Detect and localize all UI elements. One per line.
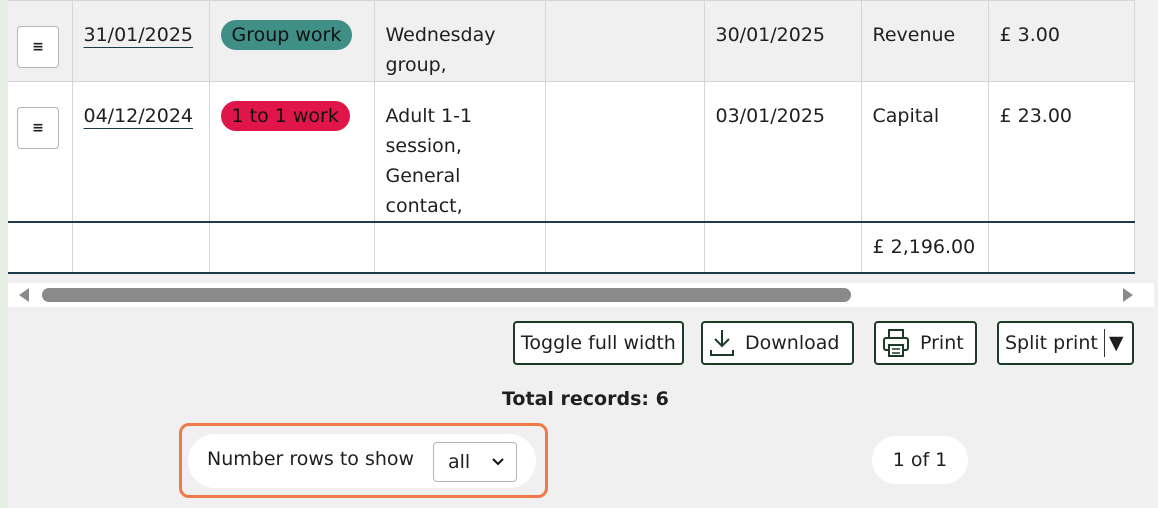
toggle-full-width-button[interactable]: Toggle full width [513, 321, 684, 365]
totals-cell [545, 221, 705, 274]
scroll-right-icon[interactable] [1123, 288, 1133, 302]
status-badge: 1 to 1 work [220, 101, 350, 131]
empty-cell [545, 0, 705, 82]
description-cell: Adult 1-1 session, General contact, [374, 81, 546, 222]
date-cell: 30/01/2025 [704, 0, 862, 82]
split-print-label: Split print [1005, 332, 1098, 354]
scrollbar-thumb[interactable] [42, 288, 851, 302]
amount-cell: £ 3.00 [988, 0, 1135, 82]
rows-to-show-highlight: Number rows to show all [179, 423, 548, 498]
type-cell: Revenue [861, 0, 989, 82]
empty-cell [545, 81, 705, 222]
type-cell: Capital [861, 81, 989, 222]
totals-row: £ 2,196.00 [8, 221, 1135, 274]
toggle-full-width-label: Toggle full width [521, 332, 676, 354]
status-badge: Group work [220, 20, 353, 50]
rows-to-show-value: all [448, 451, 471, 473]
results-table: ≡ 31/01/2025 Group work Wednesday group,… [8, 0, 1135, 274]
table-row[interactable]: ≡ 31/01/2025 Group work Wednesday group,… [8, 0, 1135, 82]
amount-cell: £ 23.00 [988, 81, 1135, 222]
row-date-link[interactable]: 04/12/2024 [84, 105, 194, 127]
page-indicator: 1 of 1 [872, 436, 968, 484]
download-button[interactable]: Download [701, 321, 854, 365]
download-icon [710, 330, 734, 356]
totals-cell [374, 221, 546, 274]
split-print-button[interactable]: Split print ▼ [997, 321, 1134, 365]
table-row[interactable]: ≡ 04/12/2024 1 to 1 work Adult 1-1 sessi… [8, 81, 1135, 222]
row-menu-button[interactable]: ≡ [17, 107, 59, 149]
chevron-down-icon[interactable]: ▼ [1109, 323, 1124, 363]
row-menu-button[interactable]: ≡ [17, 26, 59, 68]
total-records: Total records: 6 [502, 388, 669, 410]
date-cell: 03/01/2025 [704, 81, 862, 222]
totals-cell [72, 221, 210, 274]
row-date-link[interactable]: 31/01/2025 [84, 24, 194, 46]
print-label: Print [920, 332, 964, 354]
horizontal-scrollbar[interactable] [8, 283, 1154, 307]
totals-cell [8, 221, 73, 274]
totals-cell [704, 221, 862, 274]
split-divider [1103, 329, 1105, 357]
print-button[interactable]: Print [874, 321, 977, 365]
grand-total-cell: £ 2,196.00 [861, 221, 989, 274]
description-cell: Wednesday group, [374, 0, 546, 82]
rows-to-show-label: Number rows to show [207, 448, 415, 470]
totals-cell [988, 221, 1135, 274]
scroll-left-icon[interactable] [19, 288, 29, 302]
rows-to-show-select[interactable]: all [433, 442, 517, 482]
chevron-down-icon [492, 443, 504, 496]
rows-to-show-control: Number rows to show all [188, 434, 536, 488]
totals-cell [209, 221, 375, 274]
results-panel: ≡ 31/01/2025 Group work Wednesday group,… [8, 0, 1158, 508]
printer-icon [883, 329, 909, 357]
download-label: Download [745, 332, 840, 354]
